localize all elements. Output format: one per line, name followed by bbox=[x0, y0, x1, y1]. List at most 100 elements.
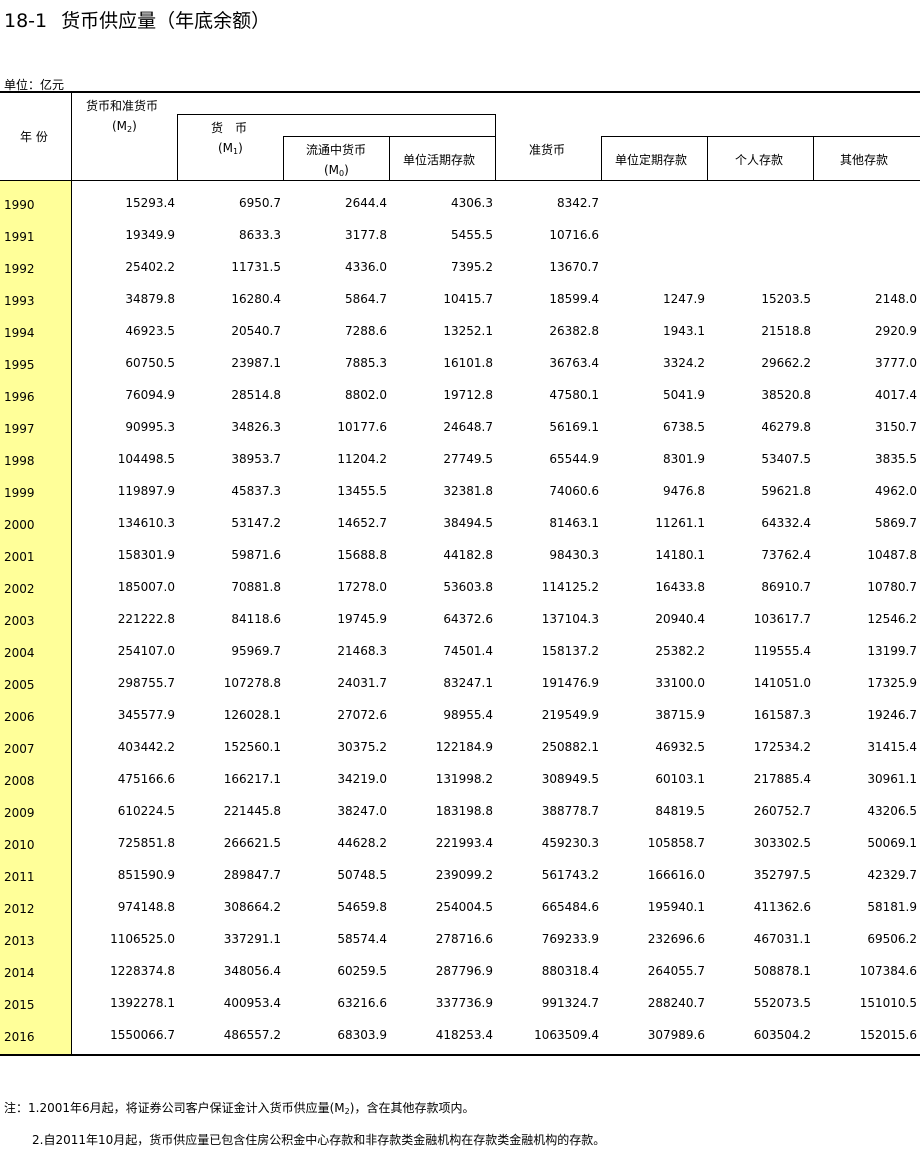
table-cell: 151010.5 bbox=[859, 996, 917, 1010]
table-cell: 8633.3 bbox=[239, 228, 281, 242]
row-year: 2011 bbox=[4, 870, 35, 884]
table-cell: 131998.2 bbox=[435, 772, 493, 786]
table-cell: 34826.3 bbox=[231, 420, 281, 434]
table-cell: 467031.1 bbox=[753, 932, 811, 946]
table-cell: 30961.1 bbox=[867, 772, 917, 786]
table-cell: 266621.5 bbox=[223, 836, 281, 850]
table-cell: 974148.8 bbox=[117, 900, 175, 914]
table-cell: 254004.5 bbox=[435, 900, 493, 914]
table-cell: 38715.9 bbox=[655, 708, 705, 722]
row-year: 2000 bbox=[4, 518, 35, 532]
table-cell: 33100.0 bbox=[655, 676, 705, 690]
table-cell: 1550066.7 bbox=[110, 1028, 175, 1042]
header-rule-m1 bbox=[177, 114, 495, 115]
table-cell: 95969.7 bbox=[231, 644, 281, 658]
header-divider-1 bbox=[177, 114, 178, 180]
table-cell: 14180.1 bbox=[655, 548, 705, 562]
table-cell: 122184.9 bbox=[435, 740, 493, 754]
table-cell: 104498.5 bbox=[117, 452, 175, 466]
table-cell: 352797.5 bbox=[753, 868, 811, 882]
row-year: 2013 bbox=[4, 934, 35, 948]
table-cell: 64332.4 bbox=[761, 516, 811, 530]
table-cell: 418253.4 bbox=[435, 1028, 493, 1042]
table-cell: 10177.6 bbox=[337, 420, 387, 434]
table-cell: 239099.2 bbox=[435, 868, 493, 882]
table-cell: 337736.9 bbox=[435, 996, 493, 1010]
table-cell: 20940.4 bbox=[655, 612, 705, 626]
table-cell: 65544.9 bbox=[549, 452, 599, 466]
table-cell: 183198.8 bbox=[435, 804, 493, 818]
table-cell: 254107.0 bbox=[117, 644, 175, 658]
table-cell: 388778.7 bbox=[541, 804, 599, 818]
table-cell: 107278.8 bbox=[223, 676, 281, 690]
table-cell: 486557.2 bbox=[223, 1028, 281, 1042]
table-cell: 403442.2 bbox=[117, 740, 175, 754]
table-cell: 25382.2 bbox=[655, 644, 705, 658]
table-cell: 54659.8 bbox=[337, 900, 387, 914]
table-cell: 1392278.1 bbox=[110, 996, 175, 1010]
table-cell: 43206.5 bbox=[867, 804, 917, 818]
table-cell: 76094.9 bbox=[125, 388, 175, 402]
table-cell: 38494.5 bbox=[443, 516, 493, 530]
table-cell: 552073.5 bbox=[753, 996, 811, 1010]
table-cell: 36763.4 bbox=[549, 356, 599, 370]
table-cell: 28514.8 bbox=[231, 388, 281, 402]
table-cell: 103617.7 bbox=[753, 612, 811, 626]
header-m2-code: (M2) bbox=[112, 119, 137, 134]
row-year: 2006 bbox=[4, 710, 35, 724]
table-cell: 58181.9 bbox=[867, 900, 917, 914]
table-cell: 459230.3 bbox=[541, 836, 599, 850]
table-cell: 17325.9 bbox=[867, 676, 917, 690]
row-year: 2009 bbox=[4, 806, 35, 820]
table-cell: 6738.5 bbox=[663, 420, 705, 434]
table-cell: 60750.5 bbox=[125, 356, 175, 370]
header-divider-3 bbox=[389, 136, 390, 180]
table-cell: 17278.0 bbox=[337, 580, 387, 594]
note-1: 注：1.2001年6月起，将证券公司客户保证金计入货币供应量(M2)，含在其他存… bbox=[4, 1101, 475, 1116]
table-cell: 345577.9 bbox=[117, 708, 175, 722]
table-cell: 6950.7 bbox=[239, 196, 281, 210]
row-year: 1992 bbox=[4, 262, 35, 276]
table-cell: 114125.2 bbox=[541, 580, 599, 594]
table-cell: 59871.6 bbox=[231, 548, 281, 562]
table-cell: 4336.0 bbox=[345, 260, 387, 274]
row-year: 2010 bbox=[4, 838, 35, 852]
header-time-deposits: 单位定期存款 bbox=[615, 153, 688, 167]
table-cell: 851590.9 bbox=[117, 868, 175, 882]
row-year: 1997 bbox=[4, 422, 35, 436]
table-cell: 2644.4 bbox=[345, 196, 387, 210]
table-cell: 769233.9 bbox=[541, 932, 599, 946]
table-cell: 7885.3 bbox=[345, 356, 387, 370]
row-year: 2016 bbox=[4, 1030, 35, 1044]
table-cell: 56169.1 bbox=[549, 420, 599, 434]
header-m1-label: 货 币 bbox=[211, 121, 248, 135]
table-cell: 46923.5 bbox=[125, 324, 175, 338]
table-cell: 185007.0 bbox=[117, 580, 175, 594]
header-divider-6 bbox=[707, 136, 708, 180]
table-cell: 15688.8 bbox=[337, 548, 387, 562]
table-cell: 18599.4 bbox=[549, 292, 599, 306]
table-cell: 27749.5 bbox=[443, 452, 493, 466]
table-cell: 13670.7 bbox=[549, 260, 599, 274]
table-cell: 50069.1 bbox=[867, 836, 917, 850]
table-cell: 166217.1 bbox=[223, 772, 281, 786]
table-cell: 1247.9 bbox=[663, 292, 705, 306]
table-cell: 7395.2 bbox=[451, 260, 493, 274]
row-year: 1999 bbox=[4, 486, 35, 500]
table-top-border bbox=[0, 91, 920, 93]
table-cell: 53407.5 bbox=[761, 452, 811, 466]
table-cell: 1943.1 bbox=[663, 324, 705, 338]
header-demand-deposits: 单位活期存款 bbox=[403, 153, 476, 167]
table-cell: 5869.7 bbox=[875, 516, 917, 530]
table-cell: 303302.5 bbox=[753, 836, 811, 850]
table-cell: 10716.6 bbox=[549, 228, 599, 242]
table-cell: 46279.8 bbox=[761, 420, 811, 434]
table-cell: 3177.8 bbox=[345, 228, 387, 242]
row-year: 2012 bbox=[4, 902, 35, 916]
page-title: 18-1 货币供应量（年底余额） bbox=[4, 6, 270, 33]
table-cell: 134610.3 bbox=[117, 516, 175, 530]
header-year: 年 份 bbox=[20, 130, 48, 144]
table-cell: 70881.8 bbox=[231, 580, 281, 594]
table-cell: 13455.5 bbox=[337, 484, 387, 498]
table-cell: 19349.9 bbox=[125, 228, 175, 242]
